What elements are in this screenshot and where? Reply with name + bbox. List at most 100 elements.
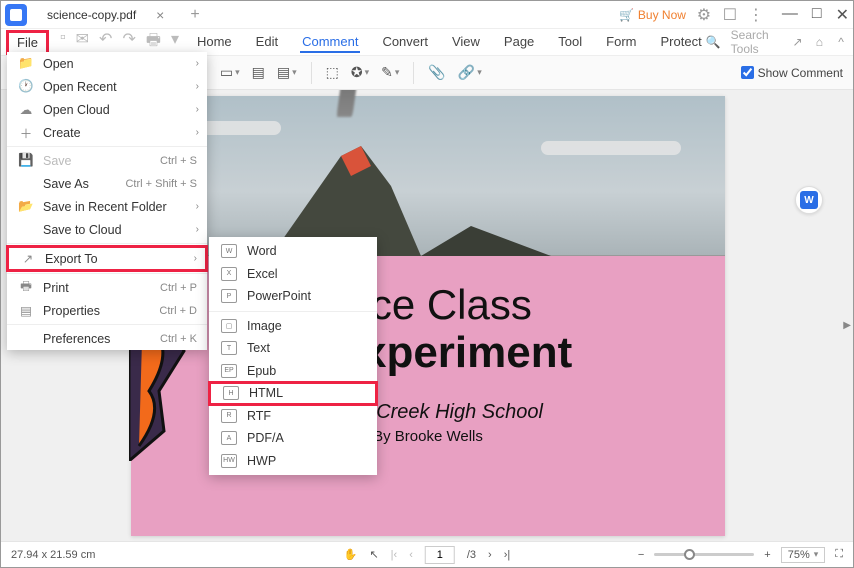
submenu-item-label: HWP <box>247 454 276 468</box>
zoom-level-dropdown[interactable]: 75% ▾ <box>781 547 826 563</box>
file-menu-open-cloud[interactable]: ☁Open Cloud› <box>7 98 207 121</box>
export-html[interactable]: HHTML <box>209 382 377 405</box>
submenu-item-label: Epub <box>247 364 276 378</box>
file-menu-properties[interactable]: ▤PropertiesCtrl + D <box>7 299 207 322</box>
search-icon: 🔍 <box>706 35 721 49</box>
file-dropdown-menu: 📁Open›🕐Open Recent›☁Open Cloud› ＋ Create › 💾… <box>7 52 207 350</box>
first-page-button[interactable]: |‹ <box>391 549 398 561</box>
zoom-slider[interactable] <box>654 553 754 556</box>
show-comment-checkbox[interactable] <box>741 66 754 79</box>
file-menu-print[interactable]: 🖶PrintCtrl + P <box>7 276 207 299</box>
show-comment-label: Show Comment <box>758 66 843 80</box>
export-epub[interactable]: EPEpub <box>209 360 377 383</box>
file-menu-export-to[interactable]: ↗Export To› <box>7 246 207 271</box>
document-tab[interactable]: science-copy.pdf × <box>35 3 176 27</box>
cloud-icon: ☁ <box>17 102 35 117</box>
page-dimensions: 27.94 x 21.59 cm <box>11 549 95 561</box>
file-menu-preferences[interactable]: PreferencesCtrl + K <box>7 327 207 350</box>
export-pdfa[interactable]: A PDF/A <box>209 427 377 450</box>
page-total: /3 <box>467 549 476 561</box>
menu-tab-form[interactable]: Form <box>604 32 638 53</box>
link-icon[interactable]: 🔗▾ <box>458 64 482 81</box>
pdf/a-format-icon: A <box>221 431 237 445</box>
text-format-icon: T <box>221 341 237 355</box>
export-hwp[interactable]: HW HWP <box>209 450 377 473</box>
prev-page-button[interactable]: ‹ <box>409 549 413 561</box>
signature-icon[interactable]: ✎▾ <box>381 64 399 81</box>
kebab-icon[interactable]: ⋮ <box>748 7 764 23</box>
clock-icon: 🕐 <box>17 79 35 94</box>
external-link-icon[interactable]: ↗ <box>792 34 804 50</box>
word-export-badge[interactable]: W <box>795 186 823 214</box>
maximize-button[interactable]: □ <box>812 5 822 25</box>
submenu-item-label: PDF/A <box>247 431 284 445</box>
file-menu-save-to-cloud[interactable]: Save to Cloud› <box>7 218 207 241</box>
menu-tab-protect[interactable]: Protect <box>659 32 704 53</box>
file-menu-save[interactable]: 💾SaveCtrl + S <box>7 149 207 172</box>
menu-tab-page[interactable]: Page <box>502 32 536 53</box>
menu-item-label: Create <box>43 126 81 140</box>
buy-now-link[interactable]: 🛒 Buy Now <box>619 8 686 22</box>
export-excel[interactable]: X Excel <box>209 263 377 286</box>
excel-format-icon: X <box>221 267 237 281</box>
note-icon[interactable]: ▤ <box>252 64 265 81</box>
chevron-right-icon: › <box>194 253 197 264</box>
next-page-button[interactable]: › <box>488 549 492 561</box>
zoom-in-button[interactable]: + <box>764 549 770 561</box>
zoom-value: 75% <box>788 549 810 561</box>
file-menu-create[interactable]: ＋ Create › <box>7 121 207 144</box>
chevron-right-icon: › <box>196 127 199 138</box>
menu-tab-edit[interactable]: Edit <box>254 32 280 53</box>
area-icon[interactable]: ⬚ <box>326 64 339 81</box>
volcano-graphic <box>271 96 691 256</box>
shape-icon[interactable]: ▭▾ <box>220 64 240 81</box>
props-icon: ▤ <box>17 303 35 318</box>
tab-close-button[interactable]: × <box>156 7 164 23</box>
buy-now-label: Buy Now <box>638 8 686 22</box>
attachment-icon[interactable]: 📎 <box>428 64 445 81</box>
file-menu-open-recent[interactable]: 🕐Open Recent› <box>7 75 207 98</box>
menu-tab-tool[interactable]: Tool <box>556 32 584 53</box>
statusbar: 27.94 x 21.59 cm ✋ ↖ |‹ ‹ /3 › ›| − + 75… <box>1 541 853 567</box>
comment-icon[interactable]: ▤▾ <box>277 64 297 81</box>
export-powerpoint[interactable]: PPowerPoint <box>209 285 377 308</box>
home-icon[interactable]: ⌂ <box>813 34 825 50</box>
select-cursor-icon[interactable]: ↖ <box>369 548 378 561</box>
page-number-input[interactable] <box>425 546 455 564</box>
shortcut: Ctrl + S <box>160 155 197 167</box>
export-rtf[interactable]: RRTF <box>209 405 377 428</box>
menu-tab-comment[interactable]: Comment <box>300 32 360 53</box>
hwp-format-icon: HW <box>221 454 237 468</box>
export-text[interactable]: TText <box>209 337 377 360</box>
file-menu-open[interactable]: 📁Open› <box>7 52 207 75</box>
menu-tab-convert[interactable]: Convert <box>380 32 430 53</box>
export-word[interactable]: WWord <box>209 240 377 263</box>
hand-pan-icon[interactable]: ✋ <box>344 548 358 561</box>
stamp-icon[interactable]: ✪▾ <box>351 64 369 81</box>
close-button[interactable]: ✕ <box>836 5 849 25</box>
new-tab-button[interactable]: + <box>190 6 199 24</box>
fullscreen-icon[interactable]: ⛶ <box>835 548 843 561</box>
last-page-button[interactable]: ›| <box>504 549 511 561</box>
submenu-item-label: Word <box>247 244 277 258</box>
notification-icon[interactable]: ☐ <box>722 7 738 23</box>
app-icon <box>5 4 27 26</box>
file-menu-save-in-recent-folder[interactable]: 📂Save in Recent Folder› <box>7 195 207 218</box>
collapse-icon[interactable]: ^ <box>835 34 847 50</box>
zoom-out-button[interactable]: − <box>638 549 644 561</box>
search-tools[interactable]: Search Tools <box>731 28 782 56</box>
file-menu-button[interactable]: File <box>7 31 48 54</box>
shortcut: Ctrl + D <box>159 305 197 317</box>
menu-tab-home[interactable]: Home <box>195 32 234 53</box>
minimize-button[interactable]: — <box>782 5 798 25</box>
scroll-right-icon[interactable]: ▶ <box>843 320 851 331</box>
submenu-item-label: Excel <box>247 267 278 281</box>
share-icon[interactable]: ⚙ <box>696 7 712 23</box>
plus-icon: ＋ <box>17 123 35 142</box>
cart-icon: 🛒 <box>619 8 634 22</box>
submenu-item-label: PowerPoint <box>247 289 311 303</box>
export-image[interactable]: ▢Image <box>209 315 377 338</box>
menu-item-label: Export To <box>45 252 98 266</box>
file-menu-save-as[interactable]: Save AsCtrl + Shift + S <box>7 172 207 195</box>
menu-tab-view[interactable]: View <box>450 32 482 53</box>
